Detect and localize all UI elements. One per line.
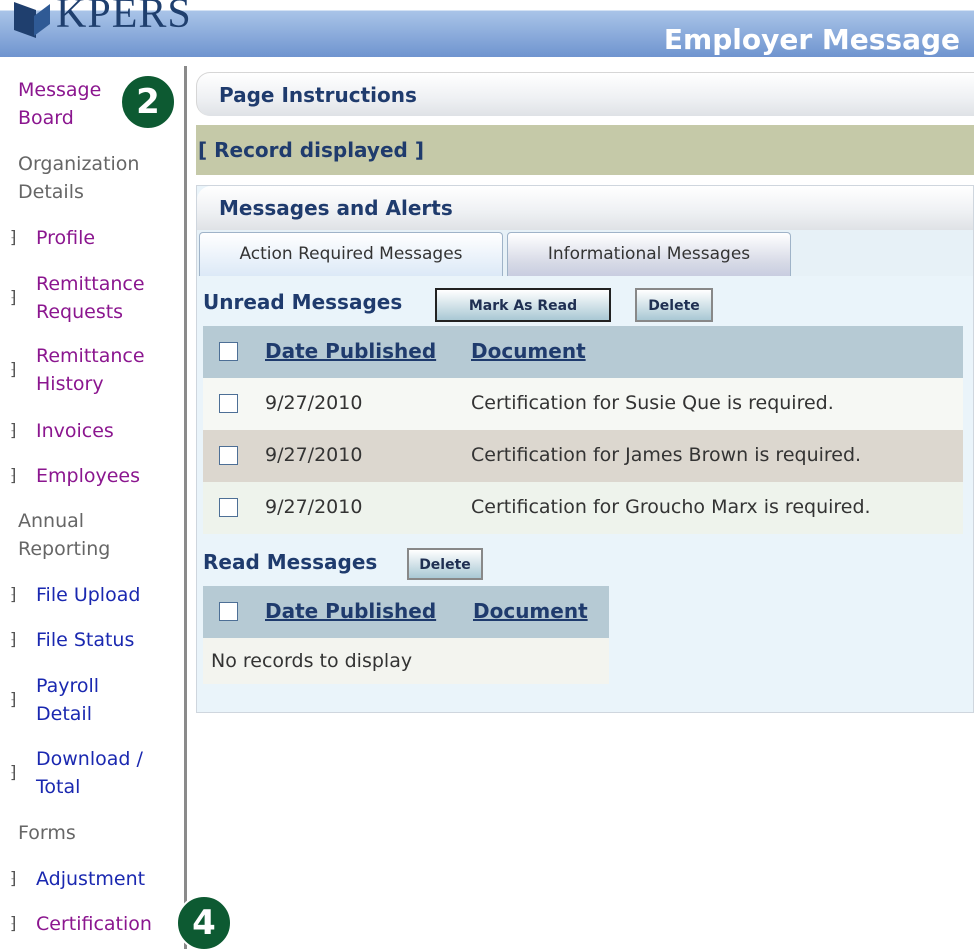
bullet-icon: ⁆: [10, 466, 17, 486]
bullet-icon: ⁆: [10, 690, 17, 710]
unread-toolbar: Unread Messages Mark As Read Delete: [197, 276, 973, 326]
row-checkbox[interactable]: [219, 394, 238, 413]
column-date-published[interactable]: Date Published: [265, 599, 436, 623]
messages-and-alerts-header: Messages and Alerts: [197, 186, 973, 230]
read-toolbar: Read Messages Delete: [197, 534, 973, 586]
column-document[interactable]: Document: [473, 599, 588, 623]
sidebar-item-label: Board: [18, 107, 74, 129]
sidebar-item-label: Download /: [36, 748, 143, 770]
sidebar-heading-label: Reporting: [18, 538, 111, 560]
sidebar-item-label: Payroll: [36, 675, 100, 697]
bullet-icon: ⁆: [10, 914, 17, 934]
sidebar-item-label: Remittance: [36, 345, 145, 367]
row-document[interactable]: Certification for Groucho Marx is requir…: [471, 496, 871, 518]
kpers-logo-mark-icon: [12, 0, 52, 40]
sidebar-item-label: Remittance: [36, 273, 145, 295]
sidebar-item-label: Invoices: [36, 420, 114, 442]
row-checkbox[interactable]: [219, 498, 238, 517]
sidebar-item-label: Profile: [36, 227, 96, 249]
sidebar-heading-label: Details: [18, 181, 84, 203]
sidebar-item-profile[interactable]: Profile: [36, 224, 95, 252]
select-all-checkbox[interactable]: [219, 342, 238, 361]
sidebar-item-label: Message: [18, 79, 102, 101]
messages-panel: Messages and Alerts Action Required Mess…: [196, 185, 974, 713]
bullet-icon: ⁆: [10, 228, 17, 248]
column-document[interactable]: Document: [471, 339, 586, 363]
tab-informational[interactable]: Informational Messages: [507, 232, 791, 276]
row-date: 9/27/2010: [265, 392, 363, 414]
sidebar-item-label: File Status: [36, 629, 135, 651]
sidebar-item-label: File Upload: [36, 584, 141, 606]
row-date: 9/27/2010: [265, 496, 363, 518]
sidebar-item-invoices[interactable]: Invoices: [36, 417, 114, 445]
sidebar-item-label: Adjustment: [36, 868, 146, 890]
kpers-logo: KPERS: [12, 0, 192, 40]
mark-as-read-button[interactable]: Mark As Read: [435, 288, 611, 322]
sidebar-item-label: Certification: [36, 913, 152, 935]
page-instructions-header[interactable]: Page Instructions: [196, 72, 974, 116]
sidebar-item-remittance-history[interactable]: Remittance History: [36, 342, 145, 398]
bullet-icon: ⁆: [10, 763, 17, 783]
row-document[interactable]: Certification for Susie Que is required.: [471, 392, 834, 414]
tab-action-required[interactable]: Action Required Messages: [199, 232, 503, 276]
bullet-icon: ⁆: [10, 585, 17, 605]
table-row[interactable]: 9/27/2010 Certification for James Brown …: [203, 430, 963, 482]
unread-messages-label: Unread Messages: [203, 290, 403, 314]
read-empty-message: No records to display: [203, 638, 609, 684]
read-delete-button[interactable]: Delete: [407, 548, 483, 580]
message-tabs: Action Required Messages Informational M…: [197, 230, 973, 276]
sidebar-heading-annual-reporting: Annual Reporting: [18, 507, 110, 563]
sidebar-item-file-status[interactable]: File Status: [36, 626, 134, 654]
sidebar-item-message-board[interactable]: Message Board: [18, 76, 101, 132]
select-all-read-checkbox[interactable]: [219, 602, 238, 621]
column-date-published[interactable]: Date Published: [265, 339, 436, 363]
bullet-icon: ⁆: [10, 421, 17, 441]
bullet-icon: ⁆: [10, 360, 17, 380]
read-messages-label: Read Messages: [203, 550, 378, 574]
record-status-bar: [ Record displayed ]: [196, 125, 974, 175]
sidebar-item-certification[interactable]: Certification: [36, 910, 152, 938]
table-row[interactable]: 9/27/2010 Certification for Susie Que is…: [203, 378, 963, 430]
bullet-icon: ⁆: [10, 288, 17, 308]
page-title: Employer Message: [663, 23, 960, 56]
sidebar-heading-label: Organization: [18, 153, 140, 175]
row-checkbox[interactable]: [219, 446, 238, 465]
sidebar-item-employees[interactable]: Employees: [36, 462, 140, 490]
sidebar-heading-label: Annual: [18, 510, 85, 532]
callout-4: 4: [176, 895, 232, 949]
main-content: Page Instructions [ Record displayed ] M…: [196, 72, 974, 713]
sidebar-heading-organization-details: Organization Details: [18, 150, 139, 206]
sidebar-item-payroll-detail[interactable]: Payroll Detail: [36, 672, 99, 728]
read-grid-header: Date Published Document: [203, 586, 609, 638]
app-header: KPERS Employer Message: [0, 0, 974, 57]
sidebar-heading-label: Forms: [18, 822, 76, 844]
sidebar-divider: [184, 66, 187, 949]
bullet-icon: ⁆: [10, 869, 17, 889]
sidebar-item-label: Total: [36, 776, 81, 798]
callout-2: 2: [120, 74, 176, 130]
sidebar-item-label: Employees: [36, 465, 140, 487]
unread-delete-button[interactable]: Delete: [635, 288, 713, 322]
sidebar-heading-forms: Forms: [18, 819, 76, 847]
sidebar-item-label: Requests: [36, 301, 124, 323]
sidebar-item-download-total[interactable]: Download / Total: [36, 745, 143, 801]
row-document[interactable]: Certification for James Brown is require…: [471, 444, 861, 466]
sidebar-item-label: History: [36, 373, 104, 395]
unread-grid-header: Date Published Document: [203, 326, 963, 378]
logo-text: KPERS: [56, 0, 192, 37]
sidebar-item-adjustment[interactable]: Adjustment: [36, 865, 145, 893]
sidebar-item-label: Detail: [36, 703, 92, 725]
sidebar-item-file-upload[interactable]: File Upload: [36, 581, 140, 609]
sidebar-item-remittance-requests[interactable]: Remittance Requests: [36, 270, 145, 326]
table-row[interactable]: 9/27/2010 Certification for Groucho Marx…: [203, 482, 963, 534]
row-date: 9/27/2010: [265, 444, 363, 466]
bullet-icon: ⁆: [10, 630, 17, 650]
